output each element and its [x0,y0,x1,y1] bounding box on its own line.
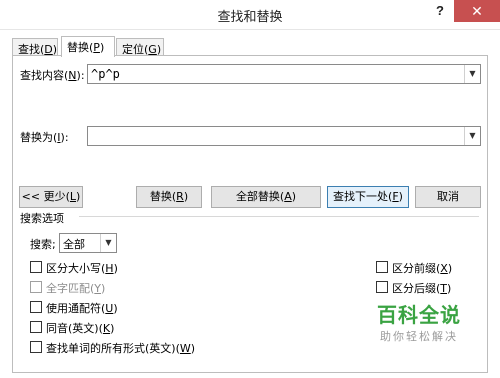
chevron-down-icon[interactable]: ▼ [100,234,116,252]
find-what-input[interactable]: ^p^p ▼ [87,64,481,84]
checkbox-match-suffix[interactable] [376,281,388,293]
title-bar: 查找和替换 ? ✕ [0,0,500,30]
tab-find[interactable]: 查找(D) [12,38,58,56]
tab-replace[interactable]: 替换(P) [61,36,115,57]
find-what-label: 查找内容(N): [20,69,85,82]
search-direction-select[interactable]: 全部 ▼ [59,233,117,253]
help-button[interactable]: ? [430,3,450,25]
checkbox-whole-word[interactable] [30,281,42,293]
tab-goto[interactable]: 定位(G) [116,38,164,56]
find-what-value: ^p^p [91,67,120,81]
less-button[interactable]: << 更少(L) [19,186,83,208]
checkbox-match-case[interactable] [30,261,42,273]
find-next-button[interactable]: 查找下一处(F) [327,186,409,208]
divider [79,216,479,217]
cancel-button[interactable]: 取消 [415,186,481,208]
replace-all-button[interactable]: 全部替换(A) [211,186,321,208]
whole-word-label: 全字匹配(Y) [46,282,106,295]
watermark-logo: 百科全说 助你轻松解决 [364,304,474,344]
checkbox-wildcards[interactable] [30,301,42,313]
search-direction-label: 搜索; [30,238,56,251]
watermark-subtitle: 助你轻松解决 [380,330,458,343]
window-title: 查找和替换 [217,10,283,25]
chevron-down-icon[interactable]: ▼ [464,127,480,145]
close-button[interactable]: ✕ [454,0,500,22]
replace-with-input[interactable]: ▼ [87,126,481,146]
checkbox-sounds-like[interactable] [30,321,42,333]
checkbox-match-prefix[interactable] [376,261,388,273]
watermark-title: 百科全说 [377,303,461,327]
replace-with-label: 替换为(I): [20,131,69,144]
chevron-down-icon[interactable]: ▼ [464,65,480,83]
match-prefix-label: 区分前缀(X) [392,262,453,275]
search-direction-value: 全部 [63,238,85,251]
wildcards-label: 使用通配符(U) [46,302,118,315]
checkbox-all-word-forms[interactable] [30,341,42,353]
match-suffix-label: 区分后缀(T) [392,282,452,295]
match-case-label: 区分大小写(H) [46,262,118,275]
search-options-header: 搜索选项 [20,212,64,225]
sounds-like-label: 同音(英文)(K) [46,322,115,335]
all-word-forms-label: 查找单词的所有形式(英文)(W) [46,342,196,355]
replace-button[interactable]: 替换(R) [136,186,202,208]
